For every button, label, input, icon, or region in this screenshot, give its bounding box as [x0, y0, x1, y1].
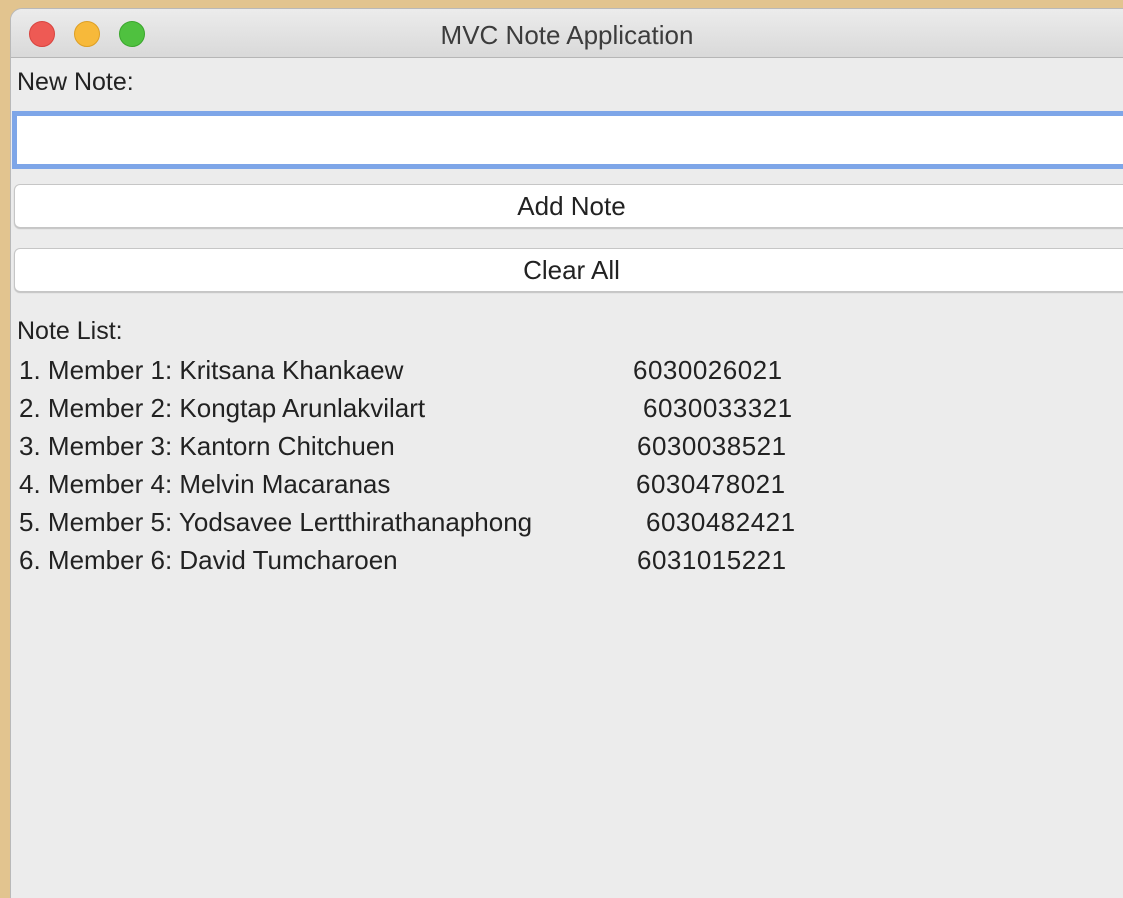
note-student-id: 6030482421 — [646, 507, 796, 537]
note-text: 3. Member 3: Kantorn Chitchuen — [19, 431, 395, 461]
note-student-id: 6030478021 — [636, 469, 786, 499]
note-student-id: 6030026021 — [633, 355, 783, 385]
new-note-input[interactable] — [12, 111, 1123, 169]
new-note-label: New Note: — [17, 68, 134, 96]
note-student-id: 6030033321 — [643, 393, 793, 423]
note-list-label: Note List: — [17, 317, 123, 345]
add-note-button[interactable]: Add Note — [14, 184, 1123, 228]
note-text: 6. Member 6: David Tumcharoen — [19, 545, 398, 575]
note-text: 4. Member 4: Melvin Macaranas — [19, 469, 391, 499]
app-window: MVC Note Application New Note: Add Note … — [10, 8, 1123, 898]
note-student-id: 6031015221 — [637, 545, 787, 575]
note-text: 1. Member 1: Kritsana Khankaew — [19, 355, 404, 385]
clear-all-button[interactable]: Clear All — [14, 248, 1123, 292]
window-title: MVC Note Application — [440, 20, 694, 50]
title-bar[interactable]: MVC Note Application — [11, 9, 1123, 58]
note-text: 2. Member 2: Kongtap Arunlakvilart — [19, 393, 426, 423]
note-text: 5. Member 5: Yodsavee Lertthirathanaphon… — [19, 507, 533, 537]
note-student-id: 6030038521 — [637, 431, 787, 461]
